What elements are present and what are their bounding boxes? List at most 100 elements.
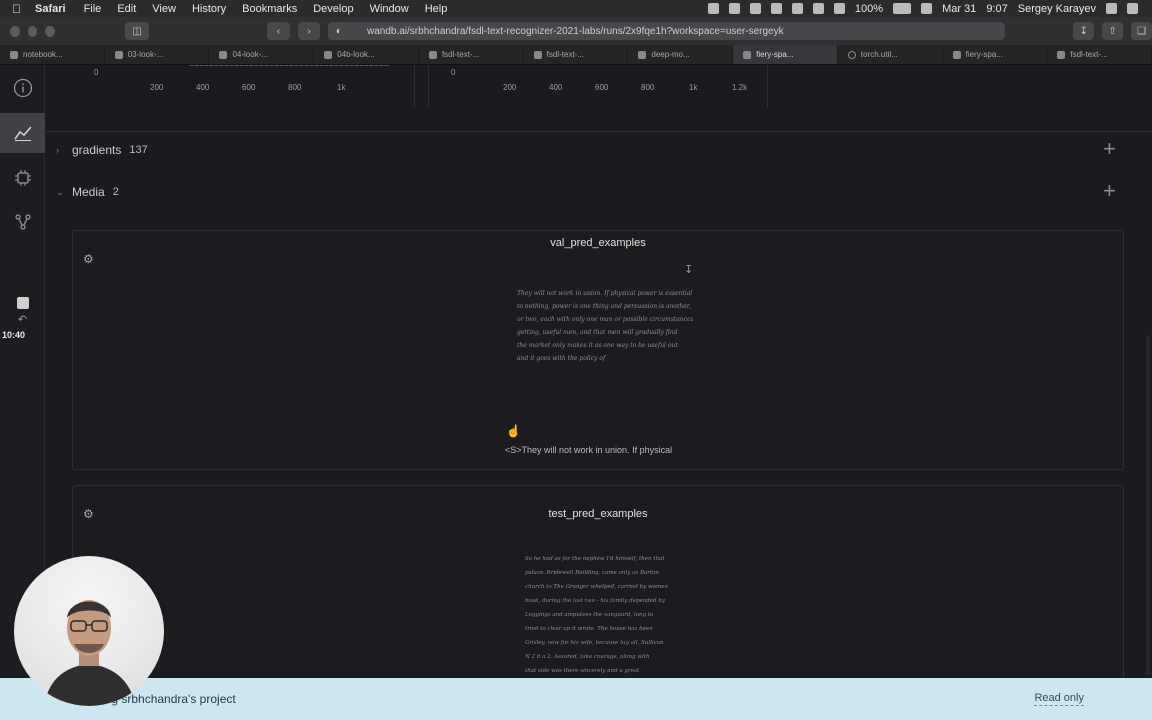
menu-time[interactable]: 9:07 xyxy=(986,3,1007,15)
download-icon[interactable]: ↧ xyxy=(684,263,693,276)
menu-bar:  Safari File Edit View History Bookmark… xyxy=(0,0,1152,17)
media-panel-val: ⚙ val_pred_examples ↧ They will not work… xyxy=(72,230,1124,470)
menu-edit[interactable]: Edit xyxy=(117,3,136,15)
status-icon[interactable] xyxy=(770,3,782,14)
tab-favicon-icon xyxy=(743,50,752,59)
github-icon xyxy=(428,50,437,59)
tab-label: 03-look-... xyxy=(127,50,164,59)
x-tick-left-400: 400 xyxy=(196,83,210,92)
menu-help[interactable]: Help xyxy=(425,3,448,15)
sidebar-toggle-icon[interactable]: ◫ xyxy=(124,22,150,40)
y-axis-zero-left: 0 xyxy=(94,68,99,77)
tab-04b-look[interactable]: 04b-look... xyxy=(314,45,419,64)
forward-button[interactable]: › xyxy=(297,22,321,40)
wifi-icon[interactable] xyxy=(833,3,845,14)
menu-view[interactable]: View xyxy=(152,3,176,15)
model-graph-icon[interactable] xyxy=(8,207,37,236)
bluetooth-icon[interactable] xyxy=(812,3,824,14)
tab-fsdl-text-2[interactable]: fsdl-text-... xyxy=(524,45,629,64)
gear-icon[interactable]: ⚙ xyxy=(83,252,94,266)
search-icon[interactable] xyxy=(1106,3,1117,14)
section-gradients-label: gradients xyxy=(72,143,122,157)
menu-history[interactable]: History xyxy=(192,3,226,15)
menu-develop[interactable]: Develop xyxy=(313,3,353,15)
chart-line-left xyxy=(190,65,390,66)
tab-fiery-spa-active[interactable]: fiery-spa... xyxy=(733,45,838,64)
tab-04-look[interactable]: 04-look-... xyxy=(209,45,315,64)
tab-label: torch.util... xyxy=(860,50,898,59)
tab-deep-mo[interactable]: deep-mo... xyxy=(628,45,734,64)
charts-icon[interactable] xyxy=(0,113,45,153)
status-icon[interactable] xyxy=(707,3,719,14)
battery-icon[interactable] xyxy=(893,3,912,14)
scrollbar[interactable] xyxy=(1146,335,1150,675)
section-gradients-count: 137 xyxy=(129,144,148,156)
chevron-down-icon: ⌄ xyxy=(56,186,64,197)
tab-label: deep-mo... xyxy=(651,50,690,59)
section-gradients[interactable]: › gradients 137 xyxy=(56,143,148,157)
info-icon[interactable] xyxy=(8,73,37,102)
webcam-overlay xyxy=(14,556,164,706)
presenter-face-icon xyxy=(44,600,136,706)
add-panel-icon[interactable]: + xyxy=(1103,138,1116,160)
menu-bookmarks[interactable]: Bookmarks xyxy=(242,3,297,15)
battery-percent[interactable]: 100% xyxy=(855,3,883,15)
system-chip-icon[interactable] xyxy=(8,163,37,192)
workspace-main: 0 200 400 600 800 1k 0 200 400 600 800 1… xyxy=(46,65,1152,678)
handwriting-line: They will not work in union. If physical… xyxy=(517,290,693,297)
tab-fiery-spa-2[interactable]: fiery-spa... xyxy=(943,45,1048,64)
zoom-window-button[interactable] xyxy=(45,25,55,37)
close-window-button[interactable] xyxy=(10,25,20,37)
tab-label: fiery-spa... xyxy=(965,50,1003,59)
section-media-label: Media xyxy=(72,185,105,199)
tab-label: fiery-spa... xyxy=(756,50,794,59)
download-icon[interactable]: ↧ xyxy=(1073,22,1095,40)
tab-notebook[interactable]: notebook... xyxy=(0,45,105,64)
read-only-link[interactable]: Read only xyxy=(1034,692,1084,706)
share-icon[interactable]: ⇧ xyxy=(1102,22,1124,40)
tab-fsdl-text-1[interactable]: fsdl-text-... xyxy=(419,45,524,64)
address-bar[interactable]: wandb.ai/srbhchandra/fsdl-text-recognize… xyxy=(343,22,1005,40)
tab-label: notebook... xyxy=(23,50,63,59)
dropbox-icon[interactable] xyxy=(749,3,761,14)
apple-menu-icon[interactable]:  xyxy=(12,2,21,16)
tab-label: fsdl-text-... xyxy=(441,50,480,59)
handwriting-line: book, during the last two - his family d… xyxy=(525,598,665,604)
tab-03-look[interactable]: 03-look-... xyxy=(105,45,210,64)
tab-label: 04-look-... xyxy=(232,50,269,59)
handwriting-line: tried to clear up it wrote. The house ha… xyxy=(525,626,653,632)
section-divider xyxy=(46,131,1152,132)
handwriting-line: or two, each with only one man or possib… xyxy=(517,316,693,323)
status-icon[interactable] xyxy=(791,3,803,14)
x-tick-right-1k: 1k xyxy=(689,83,698,92)
x-tick-right-600: 600 xyxy=(595,83,609,92)
menu-date[interactable]: Mar 31 xyxy=(942,3,976,15)
handwriting-line: Grisley, now for his wife, because lug a… xyxy=(525,640,664,646)
tab-fsdl-text-3[interactable]: fsdl-text-... xyxy=(1047,45,1152,64)
x-tick-right-200: 200 xyxy=(503,83,517,92)
x-tick-left-600: 600 xyxy=(242,83,256,92)
back-button[interactable]: ‹ xyxy=(267,22,290,40)
tabs-overview-icon[interactable]: ❏ xyxy=(1131,22,1152,40)
menu-user[interactable]: Sergey Karayev xyxy=(1018,3,1096,15)
handwriting-line: and it goes with the policy of xyxy=(517,355,606,362)
x-tick-right-400: 400 xyxy=(549,83,563,92)
prediction-text: <S>They will not work in union. If physi… xyxy=(505,445,673,455)
add-panel-icon[interactable]: + xyxy=(1103,180,1116,202)
panel-title: test_pred_examples xyxy=(548,508,648,520)
loading-icon xyxy=(847,50,856,59)
handwriting-line: Leggings and amputees the vanguard, long… xyxy=(525,612,654,618)
section-media[interactable]: ⌄ Media 2 xyxy=(56,185,119,199)
menu-window[interactable]: Window xyxy=(370,3,409,15)
flag-icon[interactable] xyxy=(921,3,933,14)
tab-label: fsdl-text-... xyxy=(546,50,585,59)
status-icon[interactable] xyxy=(728,3,740,14)
pen-tool-icon[interactable]: ↶ xyxy=(8,305,37,334)
app-menu[interactable]: Safari xyxy=(35,3,66,15)
minimize-window-button[interactable] xyxy=(27,25,38,37)
tab-torch-util[interactable]: torch.util... xyxy=(838,45,943,64)
tab-favicon-icon xyxy=(219,50,228,59)
tab-label: fsdl-text-... xyxy=(1070,50,1108,59)
menu-file[interactable]: File xyxy=(84,3,102,15)
control-center-icon[interactable] xyxy=(1127,3,1138,14)
